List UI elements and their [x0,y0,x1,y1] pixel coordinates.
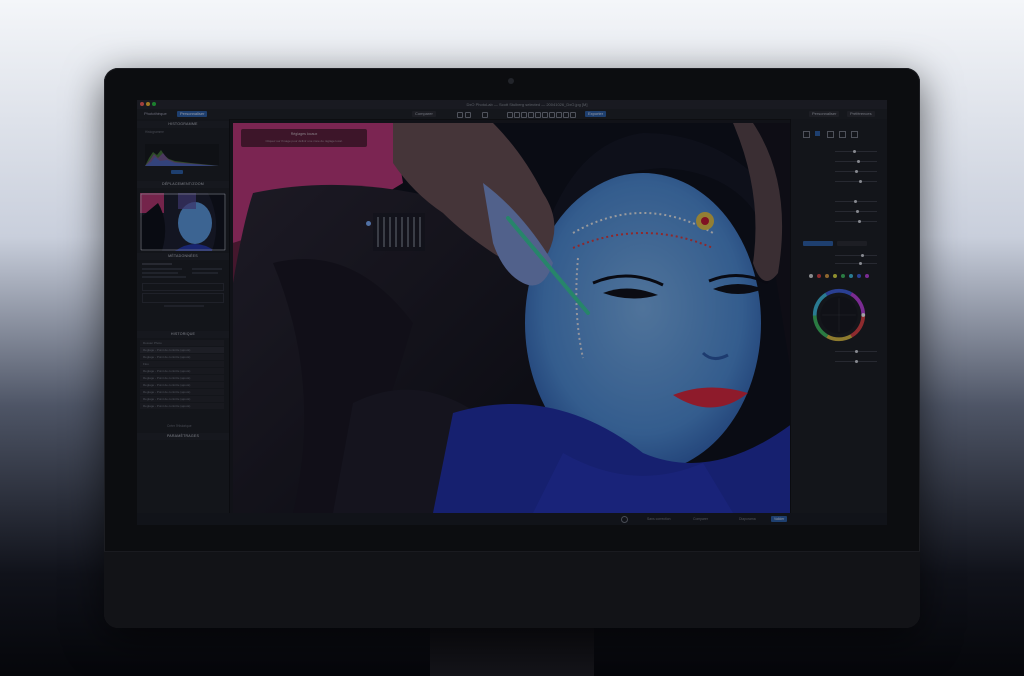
metadata-header[interactable]: MÉTADONNÉES [137,253,229,260]
history-item[interactable]: Reglage - Point de contrôle (ajouté) [140,396,224,402]
navigator-header[interactable]: DÉPLACEMENT/ZOOM [137,181,229,188]
palette-tabs[interactable] [795,131,884,138]
grid-icon[interactable] [570,112,576,118]
close-window-button[interactable] [140,102,144,106]
histogram-mode-button[interactable] [171,170,183,174]
straighten-icon[interactable] [514,112,520,118]
app-window: DxO PhotoLab — Scott Stulberg selected —… [137,100,887,525]
snapshot-button[interactable]: Créer l'Historique [167,424,192,428]
local-tab-icon[interactable] [851,131,858,138]
title-bar: DxO PhotoLab — Scott Stulberg selected —… [137,100,887,109]
tab-customize[interactable]: Personnaliser [177,111,208,117]
adjust-row[interactable] [795,199,884,204]
rotate-icon[interactable] [507,112,513,118]
adjust-row[interactable] [795,179,884,184]
export-button[interactable]: Exporter [585,111,607,117]
adjust-row[interactable] [795,253,884,258]
banner-text: Cliquez sur l'image pour définir une zon… [265,139,343,143]
mode-toggle-alt[interactable] [837,241,867,246]
monitor-chin [104,551,920,628]
compare-view-button[interactable]: Comparer [693,516,708,522]
history-item[interactable]: Reglage - Point de contrôle (ajouté) [140,354,224,360]
history-item[interactable]: Reglage - Point de contrôle (ajouté) [140,368,224,374]
adjust-row[interactable] [795,159,884,164]
main-toolbar: Photothèque Personnaliser Comparer Expor… [137,109,887,120]
local-adjust-banner: Réglages locaux Cliquez sur l'image pour… [241,129,367,147]
mode-toggle[interactable] [803,241,833,246]
main-photo-viewer[interactable]: Réglages locaux Cliquez sur l'image pour… [233,123,791,513]
history-item[interactable]: Reglage - Point de contrôle (ajouté) [140,375,224,381]
fit-icon[interactable] [465,112,471,118]
navigator-thumbnail[interactable] [140,193,226,251]
monitor-stand [430,628,594,676]
no-correction-button[interactable]: Sans correction [647,516,671,522]
watermark-icon[interactable] [563,112,569,118]
zoom-window-button[interactable] [152,102,156,106]
preferences-button[interactable]: Préférences [847,111,875,117]
control-point-sliders[interactable] [366,213,425,251]
workspace-button[interactable]: Personnaliser [809,111,840,117]
history-item[interactable]: Reglage - Point de contrôle (ajouté) [140,403,224,409]
geometry-tab-icon[interactable] [839,131,846,138]
adjust-row[interactable] [795,149,884,154]
banner-title: Réglages locaux [290,132,318,136]
window-title: DxO PhotoLab — Scott Stulberg selected —… [466,102,588,107]
adjust-row[interactable] [795,349,884,354]
versions-header[interactable]: PARAMÈTRAGES [137,433,229,440]
minimize-window-button[interactable] [146,102,150,106]
histogram-sub-label: Histogramme [145,130,164,134]
local-adjust-icon[interactable] [528,112,534,118]
history-item[interactable]: Dossier Photo [140,340,224,346]
adjust-row[interactable] [795,359,884,364]
left-panel: HISTOGRAMME Histogramme DÉPLACEMENT/ZOOM [137,119,230,525]
repair-icon[interactable] [535,112,541,118]
detail-tab-icon[interactable] [827,131,834,138]
zoom-icon[interactable] [482,112,488,118]
redeye-icon[interactable] [542,112,548,118]
adjust-row[interactable] [795,169,884,174]
apply-button[interactable]: Valider [771,516,788,522]
history-item[interactable]: Reglage - Point de contrôle (ajouté) [140,389,224,395]
metadata-block [142,263,224,309]
status-bar: Sans correction Comparer Diaporama Valid… [137,513,887,525]
right-panel [790,119,887,525]
crop-icon[interactable] [457,112,463,118]
slideshow-button[interactable]: Diaporama [739,516,756,522]
histogram-graph [145,144,219,166]
color-swatches[interactable] [809,274,879,279]
tab-library[interactable]: Photothèque [141,111,170,117]
eyedropper-icon[interactable] [521,112,527,118]
adjust-row[interactable] [795,219,884,224]
compare-button[interactable]: Comparer [412,111,436,117]
perspective-icon[interactable] [556,112,562,118]
histogram-header[interactable]: HISTOGRAMME [137,121,229,128]
history-item[interactable]: Reglage - Point de contrôle (ajouté) [140,347,224,353]
color-tab-icon[interactable] [815,131,820,136]
light-tab-icon[interactable] [803,131,810,138]
webcam-dot [508,78,514,84]
portrait-photo [233,123,791,513]
color-wheel[interactable] [811,287,867,343]
adjust-row[interactable] [795,209,884,214]
before-after-icon[interactable] [621,516,628,523]
history-item[interactable]: Flou [140,361,224,367]
adjust-row[interactable] [795,261,884,266]
history-header[interactable]: HISTORIQUE [137,331,229,338]
history-item[interactable]: Reglage - Point de contrôle (ajouté) [140,382,224,388]
horizon-icon[interactable] [549,112,555,118]
